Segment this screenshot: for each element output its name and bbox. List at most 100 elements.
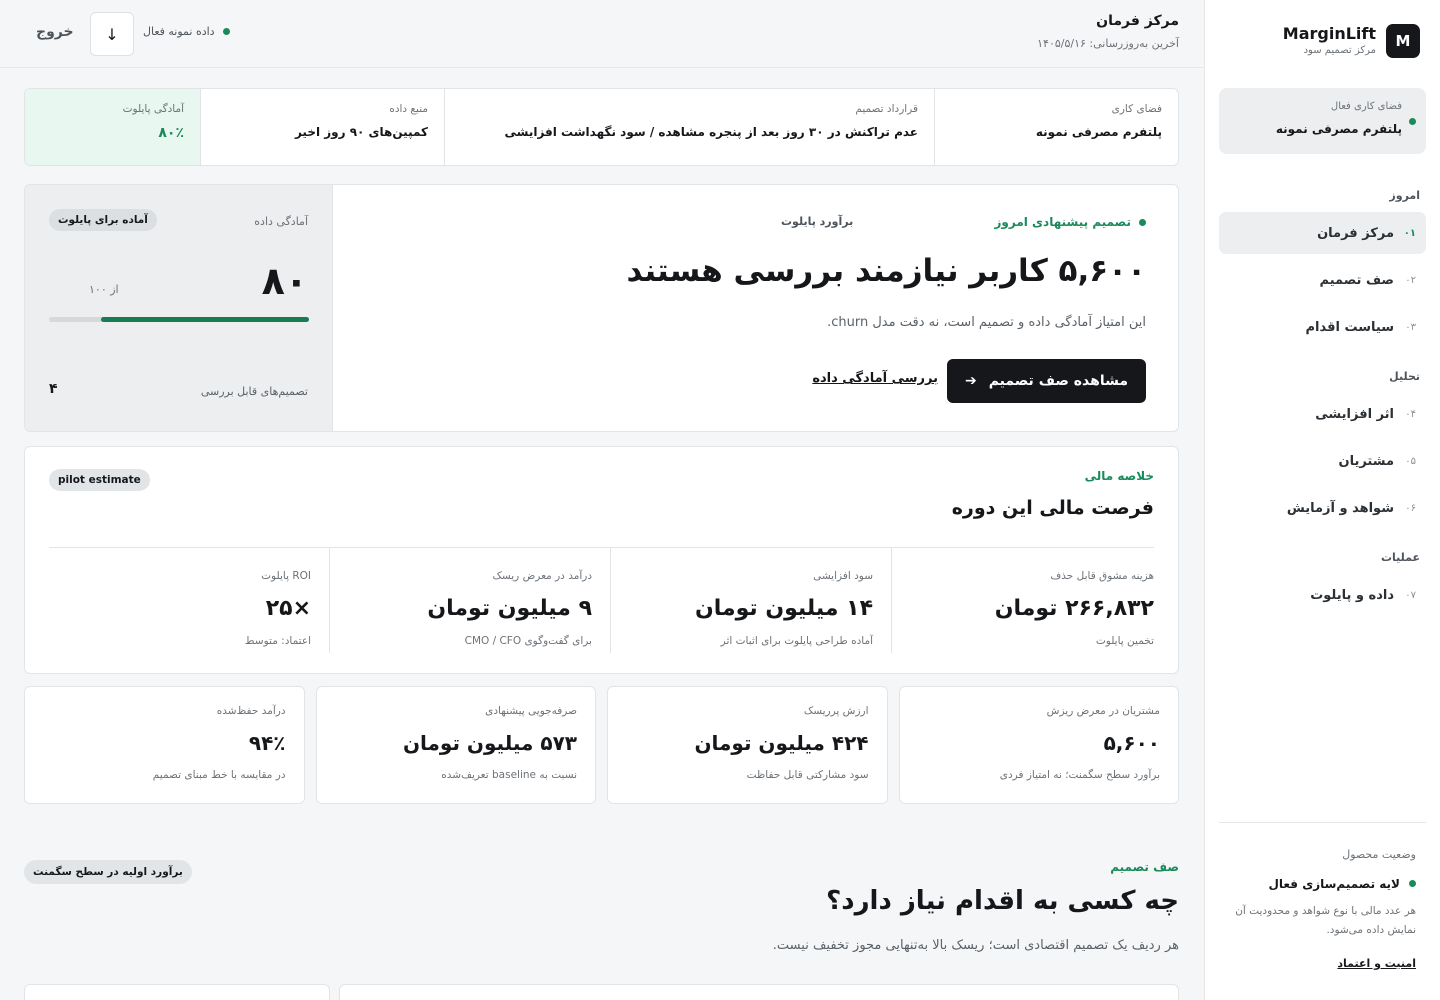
sidebar-item-action-policy[interactable]: ۰۳ سیاست اقدام bbox=[1219, 306, 1426, 348]
metric-value: ۹ میلیون تومان bbox=[427, 596, 592, 621]
context-value: پلتفرم مصرفی نمونه bbox=[1035, 125, 1162, 139]
kpi-value: ۴۲۴ میلیون تومان bbox=[694, 731, 869, 755]
context-value: ۸۰٪ bbox=[158, 125, 184, 141]
nav-number: ۰۳ bbox=[1405, 321, 1416, 333]
sidebar-item-evidence[interactable]: ۰۶ شواهد و آزمایش bbox=[1219, 487, 1426, 529]
sidebar-item-data-pilot[interactable]: ۰۷ داده و پایلوت bbox=[1219, 574, 1426, 616]
view-decision-queue-button[interactable]: مشاهده صف تصمیم ➔ bbox=[946, 359, 1146, 403]
context-strip: فضای کاری پلتفرم مصرفی نمونه قرارداد تصم… bbox=[24, 88, 1179, 166]
workspace-status-dot bbox=[1409, 118, 1416, 125]
readiness-progress-fill bbox=[101, 317, 309, 322]
product-status-title: وضعیت محصول bbox=[1342, 848, 1416, 861]
brand-subtitle: مرکز تصمیم سود bbox=[1303, 45, 1376, 56]
financial-title: فرصت مالی این دوره bbox=[951, 497, 1154, 519]
kpi-note: نسبت به baseline تعریف‌شده bbox=[441, 769, 577, 781]
cta-label: مشاهده صف تصمیم bbox=[988, 373, 1128, 389]
metric-removable-incentive-cost: هزینه مشوق قابل حذف ۲۶۶,۸۳۲ تومان تخمین … bbox=[891, 548, 1154, 653]
kpi-value: ۹۴٪ bbox=[248, 731, 286, 755]
readiness-badge: آماده برای پایلوت bbox=[49, 209, 157, 231]
readiness-label: آمادگی داده bbox=[254, 215, 308, 228]
sidebar-divider bbox=[1219, 822, 1426, 823]
nav-number: ۰۴ bbox=[1405, 408, 1416, 420]
hero-headline: ۵,۶۰۰ کاربر نیازمند بررسی هستند bbox=[626, 253, 1147, 289]
last-updated: آخرین به‌روزرسانی: ۱۴۰۵/۵/۱۶ bbox=[1037, 37, 1179, 50]
kpi-note: در مقایسه با خط مبنای تصمیم bbox=[152, 769, 286, 781]
kpi-label: ارزش پرریسک bbox=[803, 705, 869, 717]
brand-logo[interactable]: M bbox=[1386, 24, 1420, 58]
sample-data-dot bbox=[222, 28, 230, 35]
metric-incremental-profit: سود افزایشی ۱۴ میلیون تومان آماده طراحی … bbox=[610, 548, 891, 653]
trust-link[interactable]: امنیت و اعتماد bbox=[1337, 957, 1416, 970]
nav-section-analysis: تحلیل bbox=[1389, 370, 1420, 383]
sidebar-item-label: مشتریان bbox=[1338, 453, 1394, 469]
sidebar: M MarginLift مرکز تصمیم سود فضای کاری فع… bbox=[1204, 0, 1440, 1000]
kpi-note: برآورد سطح سگمنت؛ نه امتیاز فردی bbox=[999, 769, 1160, 781]
nav-number: ۰۶ bbox=[1405, 502, 1416, 514]
pilot-estimate-label: برآورد پایلوت bbox=[781, 215, 854, 228]
metric-value: ۲۶۶,۸۳۲ تومان bbox=[994, 596, 1154, 621]
context-data-source: منبع داده کمپین‌های ۹۰ روز اخیر bbox=[200, 89, 444, 165]
workspace-switcher[interactable]: فضای کاری فعال پلتفرم مصرفی نمونه bbox=[1219, 88, 1426, 154]
nav-number: ۰۵ bbox=[1405, 455, 1416, 467]
logout-button[interactable]: خروج bbox=[36, 24, 74, 40]
sidebar-item-customers[interactable]: ۰۵ مشتریان bbox=[1219, 440, 1426, 482]
metric-note: تخمین پایلوت bbox=[1095, 635, 1154, 647]
sidebar-item-command-center[interactable]: ۰۱ مرکز فرمان bbox=[1219, 212, 1426, 254]
nav-section-operations: عملیات bbox=[1380, 551, 1420, 564]
financial-tag: خلاصه مالی bbox=[1084, 469, 1154, 483]
metric-note: آماده طراحی پایلوت برای اثبات اثر bbox=[720, 635, 873, 647]
decision-queue-table bbox=[339, 984, 1179, 1000]
sidebar-item-label: شواهد و آزمایش bbox=[1286, 500, 1394, 516]
metric-label: درآمد در معرض ریسک bbox=[492, 570, 593, 582]
nav-number: ۰۲ bbox=[1405, 274, 1416, 286]
financial-summary: خلاصه مالی فرصت مالی این دوره pilot esti… bbox=[24, 446, 1179, 674]
sidebar-item-label: مرکز فرمان bbox=[1317, 225, 1394, 241]
kpi-cards: مشتریان در معرض ریزش ۵,۶۰۰ برآورد سطح سگ… bbox=[24, 686, 1179, 804]
kpi-label: درآمد حفظ‌شده bbox=[216, 705, 286, 717]
download-button[interactable]: ↓ bbox=[90, 12, 134, 56]
sample-data-indicator: داده نمونه فعال bbox=[143, 25, 230, 38]
context-label: منبع داده bbox=[389, 103, 428, 115]
metric-label: سود افزایشی bbox=[813, 570, 873, 582]
readiness-score: ۸۰ bbox=[261, 259, 308, 303]
decision-queue-title: چه کسی به اقدام نیاز دارد؟ bbox=[826, 886, 1179, 916]
sidebar-item-label: صف تصمیم bbox=[1319, 272, 1394, 288]
decision-queue-tag: صف تصمیم bbox=[1110, 860, 1179, 874]
pilot-estimate-badge: pilot estimate bbox=[49, 469, 150, 491]
sidebar-item-decision-queue[interactable]: ۰۲ صف تصمیم bbox=[1219, 259, 1426, 301]
product-status-desc: هر عدد مالی با نوع شواهد و محدودیت آن نم… bbox=[1235, 905, 1416, 936]
hero-tag: تصمیم پیشنهادی امروز bbox=[994, 215, 1146, 229]
kpi-value: ۵,۶۰۰ bbox=[1103, 731, 1160, 755]
sidebar-item-label: داده و پایلوت bbox=[1310, 587, 1394, 603]
metric-pilot-roi: ROI پایلوت ×۲۵ اعتماد: متوسط bbox=[49, 548, 329, 653]
segment-estimate-badge: برآورد اولیه در سطح سگمنت bbox=[24, 860, 192, 884]
decisions-label: تصمیم‌های قابل بررسی bbox=[200, 385, 308, 398]
nav-section-today: امروز bbox=[1389, 189, 1420, 202]
hero-tag-label: تصمیم پیشنهادی امروز bbox=[994, 215, 1131, 229]
readiness-progress-bar bbox=[49, 317, 309, 322]
decision-queue-desc: هر ردیف یک تصمیم اقتصادی است؛ ریسک بالا … bbox=[772, 938, 1179, 953]
kpi-high-risk-value: ارزش پرریسک ۴۲۴ میلیون تومان سود مشارکتی… bbox=[607, 686, 888, 804]
arrow-down-icon: ↓ bbox=[105, 24, 119, 44]
metric-revenue-at-risk: درآمد در معرض ریسک ۹ میلیون تومان برای گ… bbox=[329, 548, 610, 653]
metric-value: ×۲۵ bbox=[265, 596, 311, 621]
brand: M MarginLift مرکز تصمیم سود bbox=[1225, 24, 1420, 60]
context-decision-contract: قرارداد تصمیم عدم تراکنش در ۳۰ روز بعد ا… bbox=[444, 89, 934, 165]
sidebar-item-uplift[interactable]: ۰۴ اثر افزایشی bbox=[1219, 393, 1426, 435]
context-label: آمادگی پایلوت bbox=[122, 103, 184, 115]
kpi-note: سود مشارکتی قابل حفاظت bbox=[746, 769, 869, 781]
review-data-readiness-link[interactable]: بررسی آمادگی داده bbox=[812, 371, 938, 386]
financial-metrics: هزینه مشوق قابل حذف ۲۶۶,۸۳۲ تومان تخمین … bbox=[49, 547, 1154, 653]
context-value: کمپین‌های ۹۰ روز اخیر bbox=[294, 125, 428, 139]
kpi-churn-risk-customers: مشتریان در معرض ریزش ۵,۶۰۰ برآورد سطح سگ… bbox=[898, 686, 1179, 804]
sample-data-label: داده نمونه فعال bbox=[143, 25, 215, 38]
metric-value: ۱۴ میلیون تومان bbox=[694, 596, 873, 621]
context-pilot-readiness: آمادگی پایلوت ۸۰٪ bbox=[25, 89, 200, 165]
context-label: قرارداد تصمیم bbox=[855, 103, 918, 115]
product-status-dot bbox=[1409, 880, 1416, 887]
main-content: فضای کاری پلتفرم مصرفی نمونه قرارداد تصم… bbox=[0, 68, 1203, 1000]
top-bar: مرکز فرمان آخرین به‌روزرسانی: ۱۴۰۵/۵/۱۶ … bbox=[0, 0, 1203, 68]
decision-queue-side-panel bbox=[24, 984, 330, 1000]
brand-name: MarginLift bbox=[1282, 24, 1376, 43]
metric-label: ROI پایلوت bbox=[261, 570, 311, 582]
